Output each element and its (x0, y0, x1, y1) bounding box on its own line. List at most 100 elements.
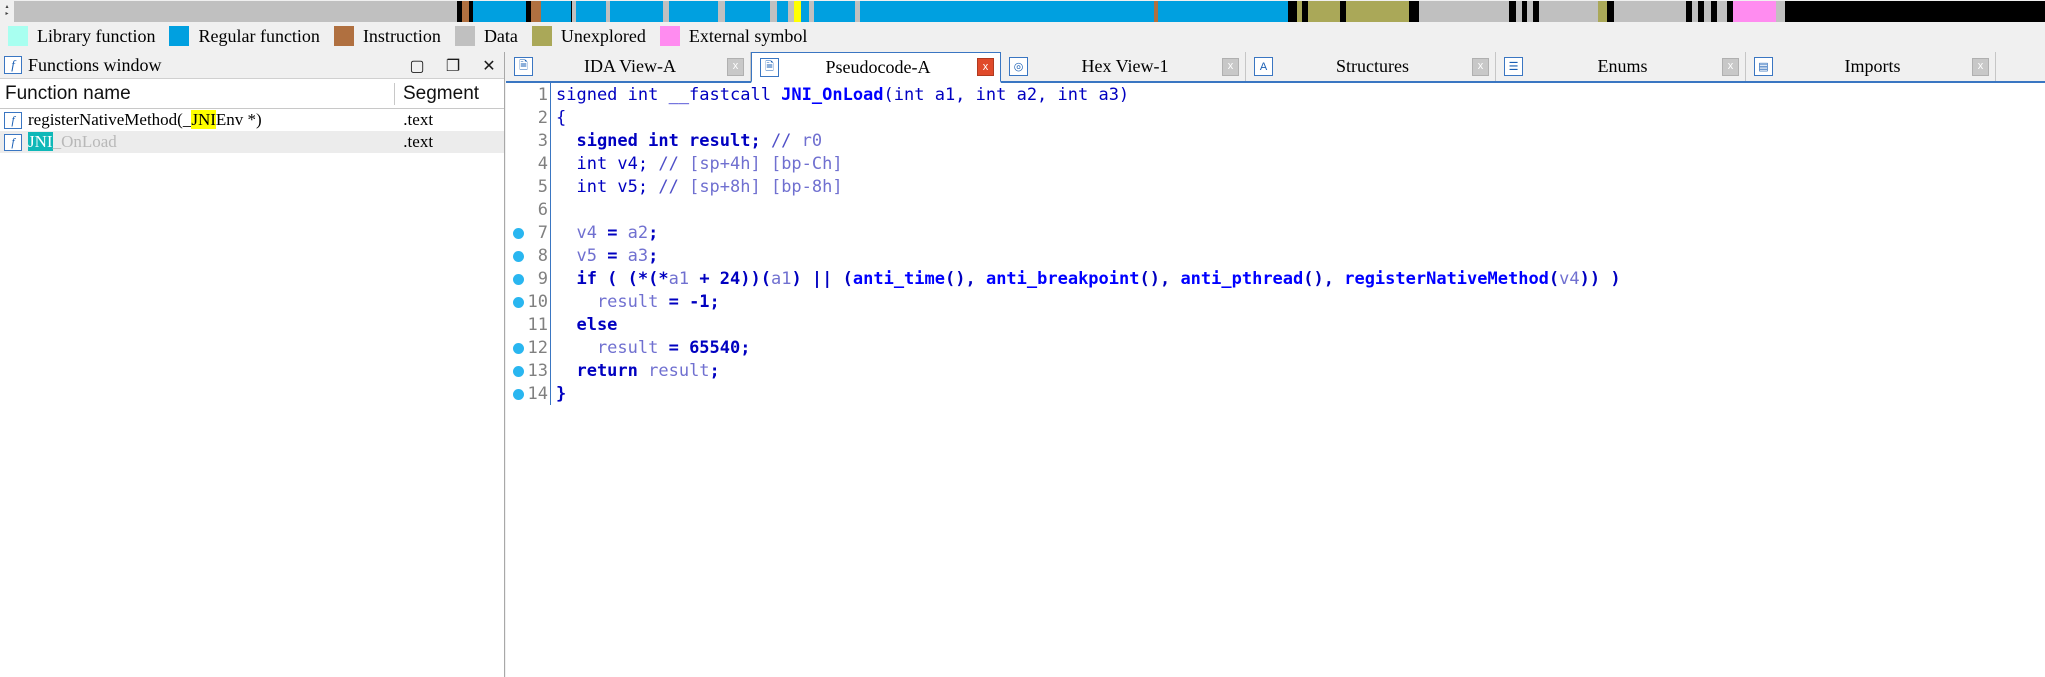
pseudocode-line[interactable]: 14} (506, 382, 2045, 405)
function-segment-cell: .text (403, 132, 434, 151)
nav-band-segment (1716, 1, 1728, 22)
tab-close-icon[interactable]: x (1472, 57, 1489, 76)
tab-close-icon[interactable]: x (727, 57, 744, 76)
nav-band-segment (610, 1, 663, 22)
nav-band-segment (575, 1, 607, 22)
scroll-down-icon[interactable]: ▸ (5, 11, 8, 18)
tab-imports[interactable]: ▤ Imports x (1746, 52, 1996, 81)
legend-item: Unexplored (531, 25, 646, 47)
nav-band-segment (793, 1, 801, 22)
tab-enums[interactable]: ☰ Enums x (1496, 52, 1746, 81)
restore-icon[interactable]: ❐ (444, 57, 462, 75)
gutter-rule (550, 198, 551, 221)
pseudocode-line[interactable]: 3 signed int result; // r0 (506, 129, 2045, 152)
tab-structures[interactable]: A Structures x (1246, 52, 1496, 81)
breakpoint-dot-icon[interactable] (513, 297, 524, 308)
scroll-up-icon[interactable]: ▴ (5, 4, 8, 11)
enums-icon: ☰ (1504, 57, 1523, 76)
tab-hex-view-1[interactable]: ◎ Hex View-1 x (1001, 52, 1246, 81)
function-name-cell: JNI_OnLoad (28, 132, 395, 152)
pseudocode-line[interactable]: 1 signed int __fastcall JNI_OnLoad(int a1… (506, 83, 2045, 106)
nav-band-segment (14, 1, 457, 22)
tab-pseudocode-a[interactable]: 🗎 Pseudocode-A x (751, 52, 1001, 83)
navigation-band[interactable] (14, 1, 2045, 22)
legend-swatch-icon (454, 26, 475, 46)
functions-window-titlebar: f Functions window ▢ ❐ ✕ (0, 52, 504, 79)
legend-swatch-icon (169, 26, 190, 46)
hex-icon: ◎ (1009, 57, 1028, 76)
doc-icon: 🗎 (514, 57, 533, 76)
column-header-function-name[interactable]: Function name (0, 83, 394, 105)
nav-band-segment (717, 1, 725, 22)
breakpoint-dot-icon[interactable] (513, 228, 524, 239)
legend-label: Unexplored (560, 25, 646, 46)
nav-band-segment (1346, 1, 1410, 22)
nav-band-segment (541, 1, 572, 22)
close-icon[interactable]: ✕ (480, 57, 498, 75)
pseudocode-line-text: v5 = a3; (556, 245, 659, 266)
nav-band-segment (1733, 1, 1776, 22)
tab-close-icon[interactable]: x (1972, 57, 1989, 76)
function-list-row[interactable]: f registerNativeMethod(_JNIEnv *) .text (0, 109, 504, 131)
tab-close-icon[interactable]: x (1222, 57, 1239, 76)
breakpoint-dot-icon[interactable] (513, 343, 524, 354)
pseudocode-line-text: else (556, 314, 618, 335)
breakpoint-dot-icon[interactable] (513, 251, 524, 262)
legend-label: Library function (37, 25, 156, 46)
tab-label: Hex View-1 (1081, 56, 1169, 76)
pseudocode-line[interactable]: 13 return result; (506, 359, 2045, 382)
nav-band-segment (801, 1, 810, 22)
breakpoint-dot-icon[interactable] (513, 274, 524, 285)
pseudocode-line[interactable]: 10 result = -1; (506, 290, 2045, 313)
main-view-pane: 🗎 IDA View-A x 🗎 Pseudocode-A x ◎ Hex View-1 x A S… (506, 52, 2045, 677)
function-name-cell: registerNativeMethod(_JNIEnv *) (28, 110, 395, 130)
function-name-fragment: registerNativeMethod(_ (28, 110, 192, 129)
nav-band-segment (1775, 1, 1786, 22)
pseudocode-line[interactable]: 12 result = 65540; (506, 336, 2045, 359)
breakpoint-dot-icon[interactable] (513, 389, 524, 400)
maximize-icon[interactable]: ▢ (408, 57, 426, 75)
pseudocode-line-text: int v4; // [sp+4h] [bp-Ch] (556, 153, 843, 174)
tab-label: Imports (1844, 56, 1901, 76)
tab-close-icon[interactable]: x (977, 58, 994, 76)
line-number: 11 (527, 314, 548, 335)
nav-band-segment (530, 1, 542, 22)
legend-item: Data (454, 26, 518, 47)
pseudocode-line-text: result = -1; (556, 291, 720, 312)
tab-close-icon[interactable]: x (1722, 57, 1739, 76)
pseudocode-line-text: return result; (556, 360, 720, 381)
function-list-row[interactable]: f JNI_OnLoad .text (0, 131, 504, 153)
pseudocode-listing[interactable]: 1 signed int __fastcall JNI_OnLoad(int a1… (506, 83, 2045, 677)
navigation-scroll-arrows[interactable]: ▴ ▸ (0, 0, 14, 22)
functions-window-icon: f (4, 56, 22, 74)
structures-icon: A (1254, 57, 1273, 76)
function-segment-cell: .text (403, 110, 434, 129)
legend-item: External symbol (659, 26, 807, 47)
pseudocode-line[interactable]: 7 v4 = a2; (506, 221, 2045, 244)
pseudocode-line[interactable]: 2{ (506, 106, 2045, 129)
column-header-segment[interactable]: Segment (394, 82, 504, 105)
nav-band-segment (1785, 1, 2045, 22)
functions-table-body: f registerNativeMethod(_JNIEnv *) .text f JN… (0, 109, 504, 153)
pseudocode-line[interactable]: 4 int v4; // [sp+4h] [bp-Ch] (506, 152, 2045, 175)
pseudocode-line[interactable]: 11 else (506, 313, 2045, 336)
pseudocode-line[interactable]: 5 int v5; // [sp+8h] [bp-8h] (506, 175, 2045, 198)
pseudocode-line-text: v4 = a2; (556, 222, 659, 243)
pseudocode-line-text: signed int __fastcall JNI_OnLoad(int a1,… (556, 84, 1130, 105)
nav-band-segment (1419, 1, 1509, 22)
pseudocode-line-text: } (556, 383, 567, 404)
legend-swatch-icon (659, 26, 680, 46)
pseudocode-line[interactable]: 8 v5 = a3; (506, 244, 2045, 267)
legend-swatch-icon (333, 26, 354, 46)
tab-ida-view-a[interactable]: 🗎 IDA View-A x (506, 52, 751, 81)
legend-swatch-icon (531, 26, 552, 46)
breakpoint-dot-icon[interactable] (513, 366, 524, 377)
pseudocode-line[interactable]: 6 (506, 198, 2045, 221)
nav-band-segment (776, 1, 788, 22)
tab-label: Structures (1336, 56, 1409, 76)
nav-band-segment (668, 1, 718, 22)
nav-band-segment (1409, 1, 1420, 22)
nav-band-segment (473, 1, 526, 22)
pseudocode-line-text: result = 65540; (556, 337, 751, 358)
pseudocode-line[interactable]: 9 if ( (*(*a1 + 24))(a1) || (anti_time()… (506, 267, 2045, 290)
